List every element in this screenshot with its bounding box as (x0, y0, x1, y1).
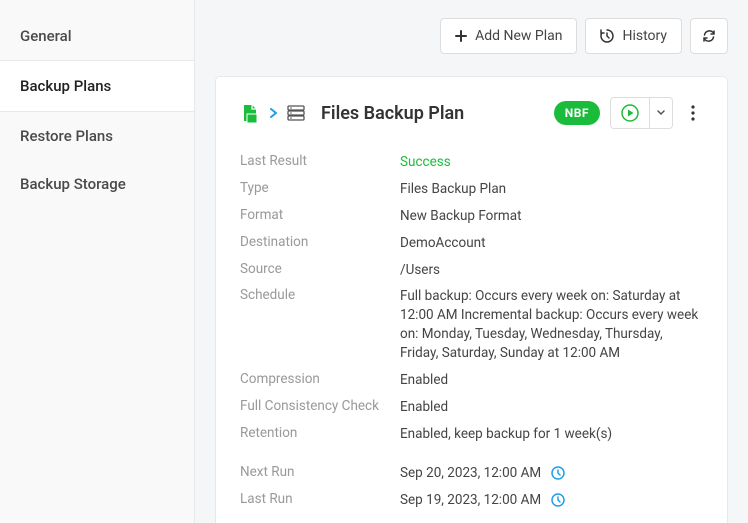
server-icon (287, 104, 305, 122)
plan-card: Files Backup Plan NBF (215, 76, 728, 523)
type-value: Files Backup Plan (400, 180, 506, 199)
add-new-plan-button[interactable]: Add New Plan (440, 18, 577, 54)
format-label: Format (240, 207, 400, 226)
toolbar: Add New Plan History (215, 18, 728, 54)
refresh-button[interactable] (690, 18, 728, 54)
history-label: History (622, 28, 667, 44)
detail-row-compression: Compression Enabled (240, 367, 703, 394)
add-new-plan-label: Add New Plan (475, 28, 562, 44)
file-icon (240, 103, 260, 123)
divider (240, 448, 703, 460)
detail-row-last-run: Last Run Sep 19, 2023, 12:00 AM (240, 487, 703, 514)
retention-value: Enabled, keep backup for 1 week(s) (400, 425, 612, 444)
play-button[interactable] (611, 98, 649, 128)
sidebar-item-restore-plans[interactable]: Restore Plans (0, 112, 194, 160)
detail-row-last-result: Last Result Success (240, 149, 703, 176)
schedule-value: Full backup: Occurs every week on: Satur… (400, 287, 703, 363)
source-label: Source (240, 261, 400, 280)
plan-badge: NBF (554, 101, 600, 125)
last-result-label: Last Result (240, 153, 400, 172)
caret-down-icon (657, 110, 665, 116)
consistency-label: Full Consistency Check (240, 398, 400, 417)
last-run-text: Sep 19, 2023, 12:00 AM (400, 492, 541, 508)
more-vertical-icon (691, 105, 695, 121)
arrow-icon (270, 108, 277, 118)
detail-row-type: Type Files Backup Plan (240, 176, 703, 203)
refresh-icon (702, 29, 716, 43)
plus-icon (455, 30, 467, 42)
next-run-label: Next Run (240, 464, 400, 483)
detail-row-retention: Retention Enabled, keep backup for 1 wee… (240, 421, 703, 448)
history-icon (600, 29, 614, 43)
next-run-text: Sep 20, 2023, 12:00 AM (400, 465, 541, 481)
info-icon[interactable] (551, 466, 565, 480)
sidebar-item-backup-storage[interactable]: Backup Storage (0, 160, 194, 208)
destination-value: DemoAccount (400, 234, 486, 253)
history-button[interactable]: History (585, 18, 682, 54)
play-dropdown-button[interactable] (649, 98, 672, 128)
sidebar: General Backup Plans Restore Plans Backu… (0, 0, 195, 523)
sidebar-item-general[interactable]: General (0, 12, 194, 60)
main-content: Add New Plan History Files Backup Pl (195, 0, 748, 523)
format-value: New Backup Format (400, 207, 522, 226)
compression-label: Compression (240, 371, 400, 390)
more-button[interactable] (683, 99, 703, 127)
last-run-label: Last Run (240, 491, 400, 510)
detail-row-consistency: Full Consistency Check Enabled (240, 394, 703, 421)
plan-card-header: Files Backup Plan NBF (240, 97, 703, 129)
source-value: /Users (400, 261, 440, 280)
play-icon (621, 104, 639, 122)
detail-row-format: Format New Backup Format (240, 203, 703, 230)
detail-row-destination: Destination DemoAccount (240, 230, 703, 257)
consistency-value: Enabled (400, 398, 448, 417)
compression-value: Enabled (400, 371, 448, 390)
next-run-value: Sep 20, 2023, 12:00 AM (400, 464, 565, 483)
plan-title: Files Backup Plan (321, 103, 544, 124)
last-result-value: Success (400, 153, 451, 172)
sidebar-item-backup-plans[interactable]: Backup Plans (0, 60, 194, 112)
detail-row-source: Source /Users (240, 257, 703, 284)
schedule-label: Schedule (240, 287, 400, 363)
detail-row-schedule: Schedule Full backup: Occurs every week … (240, 283, 703, 367)
detail-row-next-run: Next Run Sep 20, 2023, 12:00 AM (240, 460, 703, 487)
last-run-value: Sep 19, 2023, 12:00 AM (400, 491, 565, 510)
info-icon[interactable] (551, 493, 565, 507)
destination-label: Destination (240, 234, 400, 253)
type-label: Type (240, 180, 400, 199)
play-button-group (610, 97, 673, 129)
retention-label: Retention (240, 425, 400, 444)
